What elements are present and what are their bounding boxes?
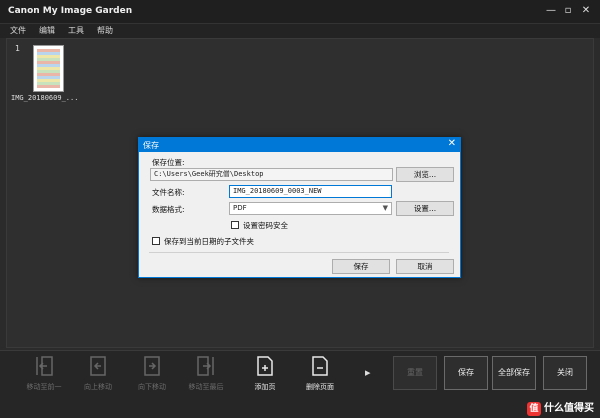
save-button[interactable]: 保存 [444, 356, 488, 390]
thumbnail-image [37, 49, 60, 88]
dialog-title: 保存 [143, 141, 159, 150]
delete-page-icon [312, 356, 328, 376]
move-up-button[interactable]: 向上移动 [74, 351, 122, 395]
page-number: 1 [15, 44, 21, 53]
watermark-text: 什么值得买 [544, 403, 594, 414]
format-select[interactable]: PDF ▼ [229, 202, 392, 215]
save-dialog: 保存 ✕ 保存位置: C:\Users\Geek研究僧\Desktop 浏览..… [138, 137, 461, 278]
add-page-label: 添加页 [254, 383, 276, 391]
format-select-value: PDF [233, 204, 247, 212]
format-settings-button[interactable]: 设置... [396, 201, 454, 216]
move-up-icon [90, 356, 106, 376]
delete-page-label: 删除页面 [306, 383, 334, 391]
chevron-right-icon[interactable]: ▸ [365, 366, 375, 379]
move-down-button[interactable]: 向下移动 [128, 351, 176, 395]
move-to-last-label: 移动至最后 [188, 383, 224, 391]
move-to-last-button[interactable]: 移动至最后 [182, 351, 230, 395]
browse-button[interactable]: 浏览... [396, 167, 454, 182]
format-label: 数据格式: [152, 205, 185, 214]
dialog-close-icon[interactable]: ✕ [448, 138, 456, 149]
subfolder-checkbox-label[interactable]: 保存到当前日期的子文件夹 [164, 236, 254, 247]
subfolder-checkbox[interactable] [152, 237, 160, 245]
move-to-last-icon [197, 356, 214, 376]
dialog-title-bar: 保存 ✕ [139, 138, 460, 152]
save-all-button[interactable]: 全部保存 [492, 356, 536, 390]
chevron-down-icon: ▼ [382, 204, 388, 212]
move-up-label: 向上移动 [84, 383, 112, 391]
filename-input[interactable]: IMG_20180609_0003_NEW [229, 185, 392, 198]
password-checkbox[interactable] [231, 221, 239, 229]
password-checkbox-label[interactable]: 设置密码安全 [243, 220, 288, 231]
title-bar: Canon My Image Garden — ▫ ✕ [0, 0, 600, 24]
app-title: Canon My Image Garden [8, 6, 133, 16]
menu-file[interactable]: 文件 [10, 25, 26, 36]
dialog-cancel-button[interactable]: 取消 [396, 259, 454, 274]
add-page-icon [257, 356, 273, 376]
add-page-button[interactable]: 添加页 [241, 351, 289, 395]
bottom-toolbar: 移动至前一 向上移动 向下移动 移动至最后 添加页 删除页面 ▸ 重置 保存 全… [0, 350, 600, 418]
reset-button[interactable]: 重置 [393, 356, 437, 390]
delete-page-button[interactable]: 删除页面 [296, 351, 344, 395]
thumbnail-filename: IMG_20180609_... [11, 94, 79, 102]
minimize-button[interactable]: — [544, 4, 558, 18]
close-window-button[interactable]: ✕ [579, 4, 593, 18]
page-thumbnail[interactable] [33, 45, 64, 92]
move-down-icon [144, 356, 160, 376]
menu-bar: 文件 编辑 工具 帮助 [0, 24, 600, 38]
watermark-badge: 值 [527, 402, 541, 416]
close-button[interactable]: 关闭 [543, 356, 587, 390]
dialog-save-button[interactable]: 保存 [332, 259, 390, 274]
filename-label: 文件名称: [152, 188, 185, 197]
save-location-label: 保存位置: [152, 158, 185, 167]
maximize-button[interactable]: ▫ [561, 4, 575, 18]
move-down-label: 向下移动 [138, 383, 166, 391]
menu-tools[interactable]: 工具 [68, 25, 84, 36]
save-location-field[interactable]: C:\Users\Geek研究僧\Desktop [150, 168, 393, 181]
move-to-first-label: 移动至前一 [26, 383, 62, 391]
watermark: 值什么值得买 [527, 399, 594, 416]
dialog-separator [149, 252, 449, 253]
move-to-first-icon [36, 356, 53, 376]
menu-help[interactable]: 帮助 [97, 25, 113, 36]
menu-edit[interactable]: 编辑 [39, 25, 55, 36]
move-to-first-button[interactable]: 移动至前一 [20, 351, 68, 395]
